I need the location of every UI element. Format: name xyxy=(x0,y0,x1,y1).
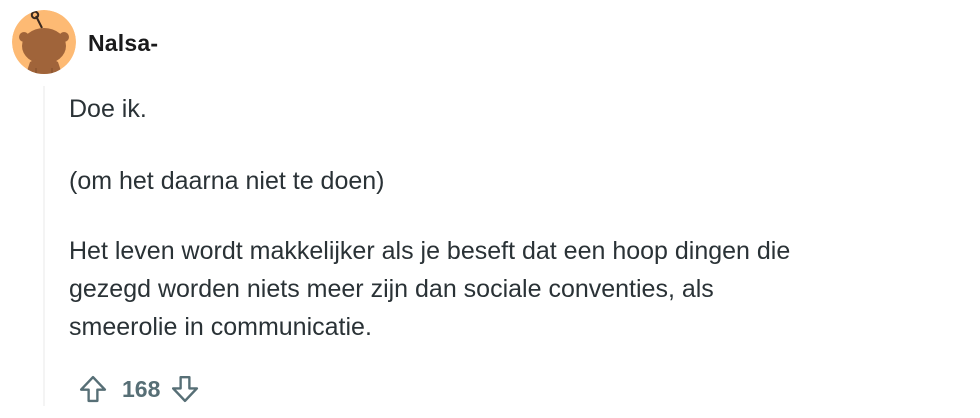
downvote-button[interactable] xyxy=(164,368,206,410)
comment-line: Het leven wordt makkelijker als je besef… xyxy=(69,237,791,265)
comment-line: smeerolie in communicatie. xyxy=(69,313,372,341)
snoo-avatar-icon xyxy=(12,10,76,74)
comment: Nalsa- Doe ik. (om het daarna niet te do… xyxy=(0,0,980,418)
comment-paragraph: Doe ik. xyxy=(69,95,147,123)
vote-score: 168 xyxy=(122,376,161,402)
thread-line[interactable] xyxy=(43,86,45,406)
vote-bar: 168 xyxy=(72,368,206,410)
avatar[interactable] xyxy=(12,10,76,74)
comment-paragraph: (om het daarna niet te doen) xyxy=(69,167,385,195)
comment-line: gezegd worden niets meer zijn dan social… xyxy=(69,275,714,303)
username-link[interactable]: Nalsa- xyxy=(88,30,158,57)
upvote-button[interactable] xyxy=(72,368,114,410)
arrow-up-outline-icon xyxy=(79,375,107,403)
comment-paragraph: Het leven wordt makkelijker als je besef… xyxy=(69,232,790,346)
arrow-down-outline-icon xyxy=(172,375,199,403)
